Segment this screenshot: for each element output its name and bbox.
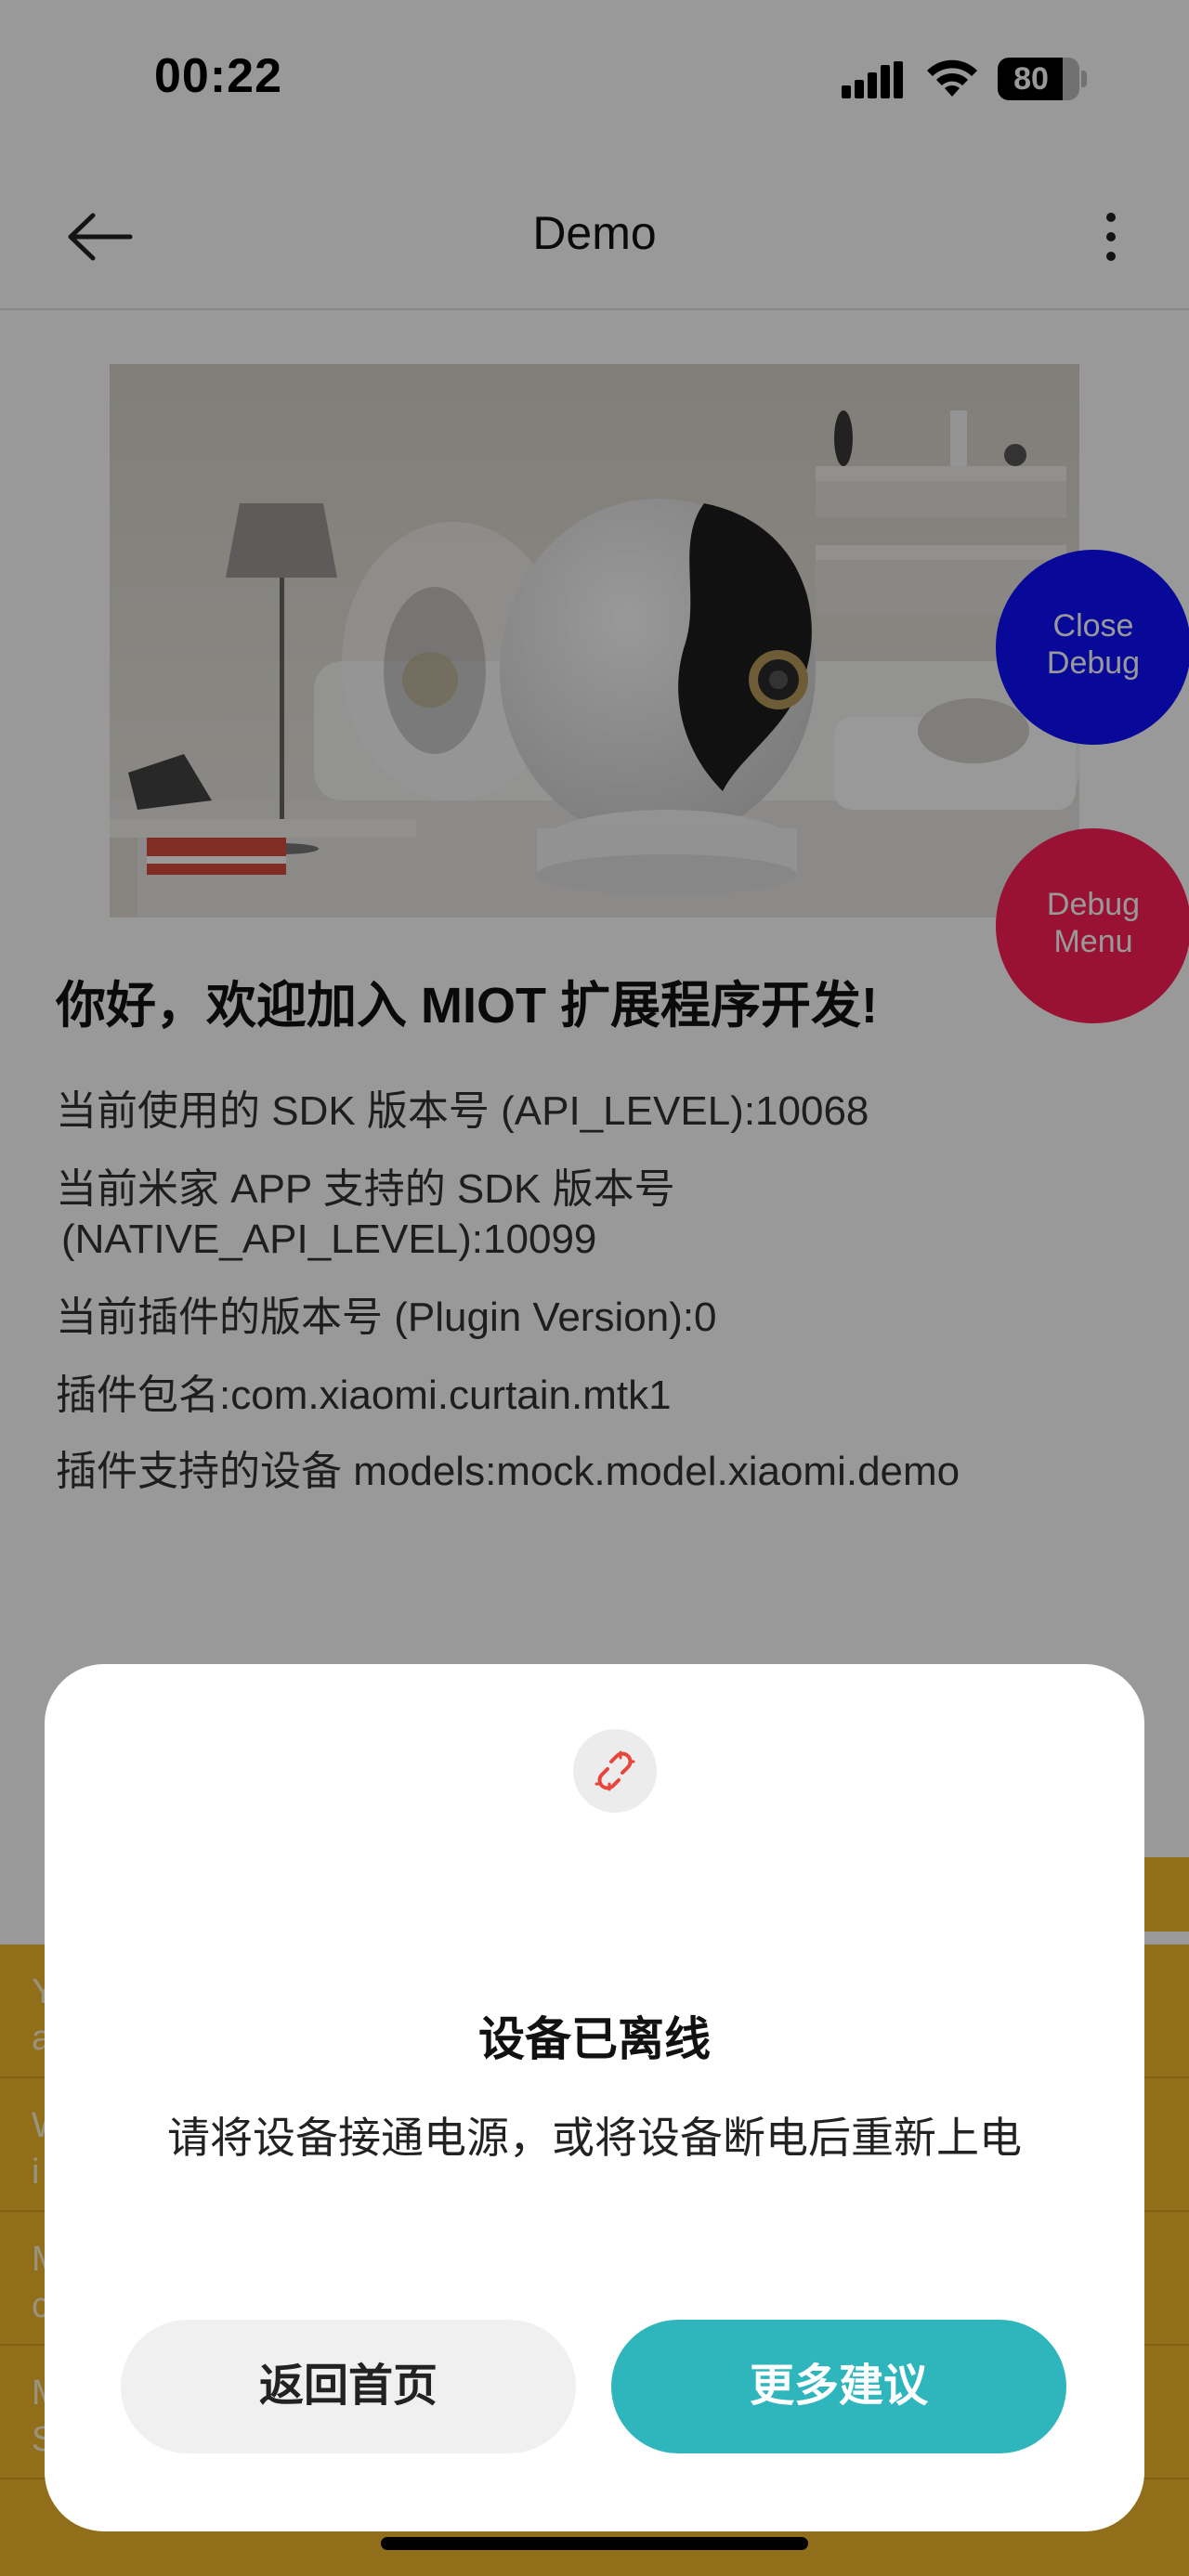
home-indicator[interactable] [381,2537,808,2550]
link-broken-icon [573,1729,657,1813]
dialog-message: 请将设备接通电源，或将设备断电后重新上电 [167,2114,1022,2162]
offline-dialog: 设备已离线 请将设备接通电源，或将设备断电后重新上电 返回首页 更多建议 [45,1664,1144,2531]
more-suggestions-button[interactable]: 更多建议 [611,2320,1066,2453]
dialog-title: 设备已离线 [478,2013,711,2065]
back-home-button[interactable]: 返回首页 [121,2320,576,2453]
